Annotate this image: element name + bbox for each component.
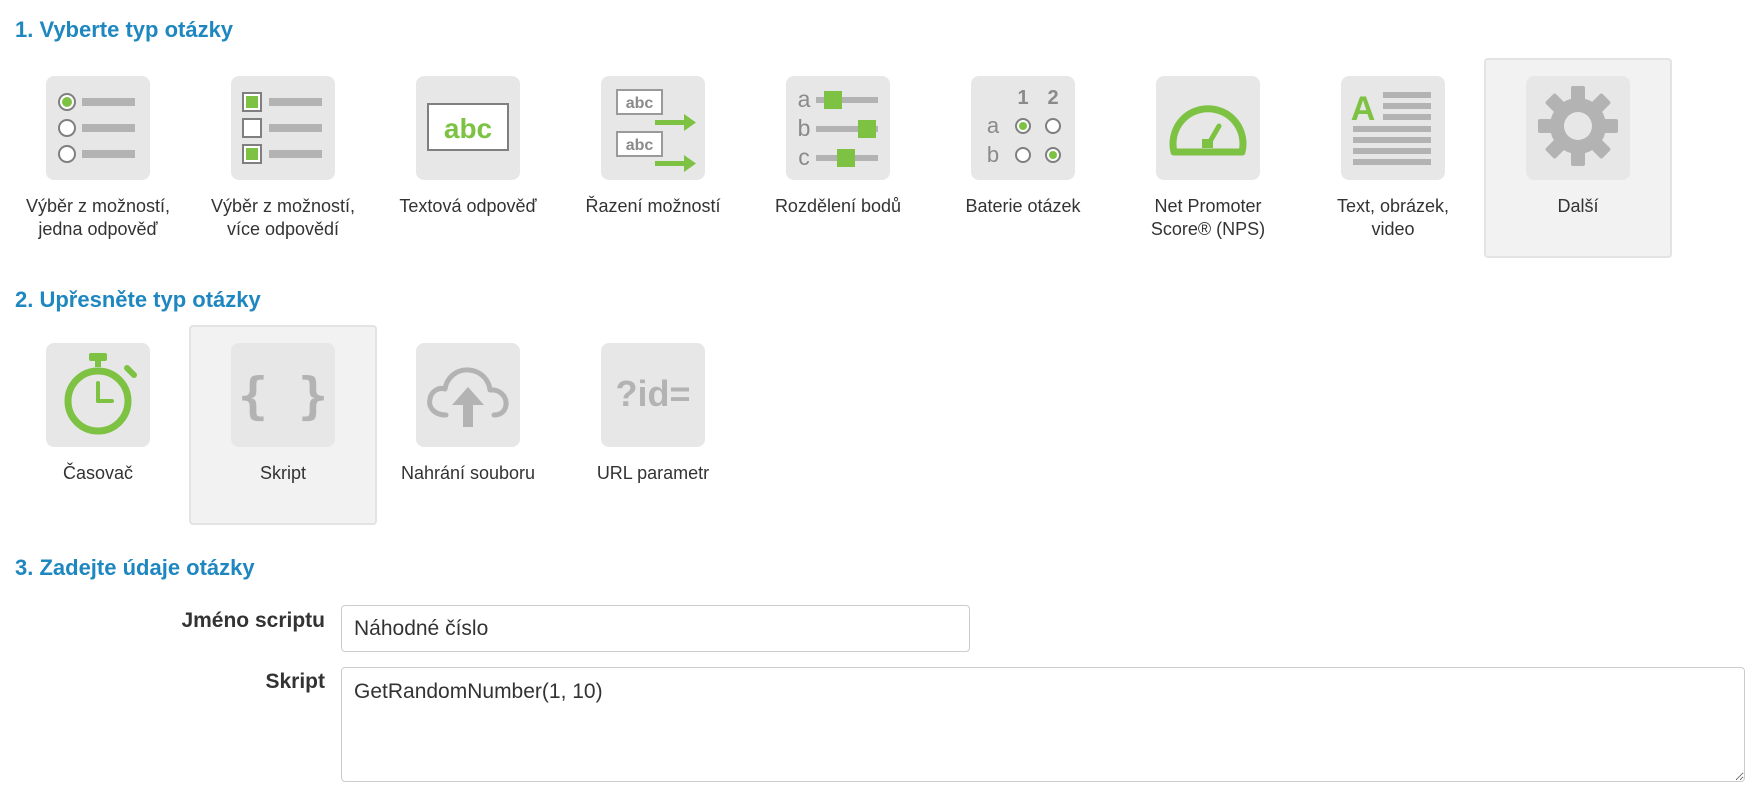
icon-letter: a xyxy=(798,86,811,112)
gauge-icon xyxy=(1156,76,1260,180)
script-label: Skript xyxy=(265,670,325,693)
tile-url-parameter[interactable]: ?id= URL parametr xyxy=(559,325,747,525)
tile-script[interactable]: { } Skript xyxy=(189,325,377,525)
cloud-upload-icon xyxy=(416,343,520,447)
tile-label: Výběr z možností, více odpovědí xyxy=(210,196,356,239)
single-choice-icon xyxy=(46,76,150,180)
icon-letter: b xyxy=(798,115,811,141)
tile-single-choice[interactable]: Výběr z možností, jedna odpověď xyxy=(4,58,192,258)
icon-text: abc xyxy=(444,113,492,144)
text-image-icon: A xyxy=(1341,76,1445,180)
tile-file-upload[interactable]: Nahrání souboru xyxy=(374,325,562,525)
script-name-label: Jméno scriptu xyxy=(181,609,325,632)
icon-text: abc xyxy=(626,137,654,154)
question-battery-icon: 1 2 a b xyxy=(971,76,1075,180)
tile-label: URL parametr xyxy=(596,463,710,483)
tile-label: Net Promoter Score® (NPS) xyxy=(1150,196,1266,239)
tile-label: Nahrání souboru xyxy=(400,463,536,483)
tile-nps[interactable]: Net Promoter Score® (NPS) xyxy=(1114,58,1302,258)
url-param-icon: ?id= xyxy=(601,343,705,447)
multiple-choice-icon xyxy=(231,76,335,180)
script-textarea[interactable]: GetRandomNumber(1, 10) xyxy=(341,667,1745,782)
tile-label: Baterie otázek xyxy=(965,196,1081,216)
tile-multiple-choice[interactable]: Výběr z možností, více odpovědí xyxy=(189,58,377,258)
text-answer-icon: abc xyxy=(416,76,520,180)
tile-label: Časovač xyxy=(62,463,134,483)
tile-question-battery[interactable]: 1 2 a b Baterie otázek xyxy=(929,58,1117,258)
icon-col: 2 xyxy=(1047,87,1058,109)
icon-text: ?id= xyxy=(615,373,690,414)
step1-title: 1. Vyberte typ otázky xyxy=(15,17,234,42)
tile-label: Skript xyxy=(259,463,306,483)
tile-text-image-video[interactable]: A Text, obrázek, video xyxy=(1299,58,1487,258)
tile-label: Textová odpověď xyxy=(399,196,537,216)
icon-row: b xyxy=(987,142,999,167)
icon-text: { } xyxy=(238,367,328,425)
tile-ordering[interactable]: abc abc Řazení možností xyxy=(559,58,747,258)
tile-label: Text, obrázek, video xyxy=(1336,196,1450,239)
icon-text: A xyxy=(1351,90,1376,128)
step3-title: 3. Zadejte údaje otázky xyxy=(15,555,255,580)
icon-letter: c xyxy=(798,144,810,170)
tile-label: Další xyxy=(1557,196,1599,216)
tile-timer[interactable]: Časovač xyxy=(4,325,192,525)
script-name-input[interactable] xyxy=(341,605,970,652)
tile-points-distribution[interactable]: a b c Rozdělení bodů xyxy=(744,58,932,258)
tile-label: Rozdělení bodů xyxy=(774,196,902,216)
points-distribution-icon: a b c xyxy=(786,76,890,180)
stopwatch-icon xyxy=(46,343,150,447)
tile-label: Výběr z možností, jedna odpověď xyxy=(25,196,171,239)
braces-icon: { } xyxy=(231,343,335,447)
icon-col: 1 xyxy=(1017,87,1028,109)
icon-row: a xyxy=(987,113,1000,138)
tile-label: Řazení možností xyxy=(585,196,721,216)
ordering-icon: abc abc xyxy=(601,76,705,180)
gear-icon xyxy=(1526,76,1630,180)
icon-text: abc xyxy=(626,95,654,112)
tile-more[interactable]: Další xyxy=(1484,58,1672,258)
step2-title: 2. Upřesněte typ otázky xyxy=(15,287,261,312)
tile-text-answer[interactable]: abc Textová odpověď xyxy=(374,58,562,258)
